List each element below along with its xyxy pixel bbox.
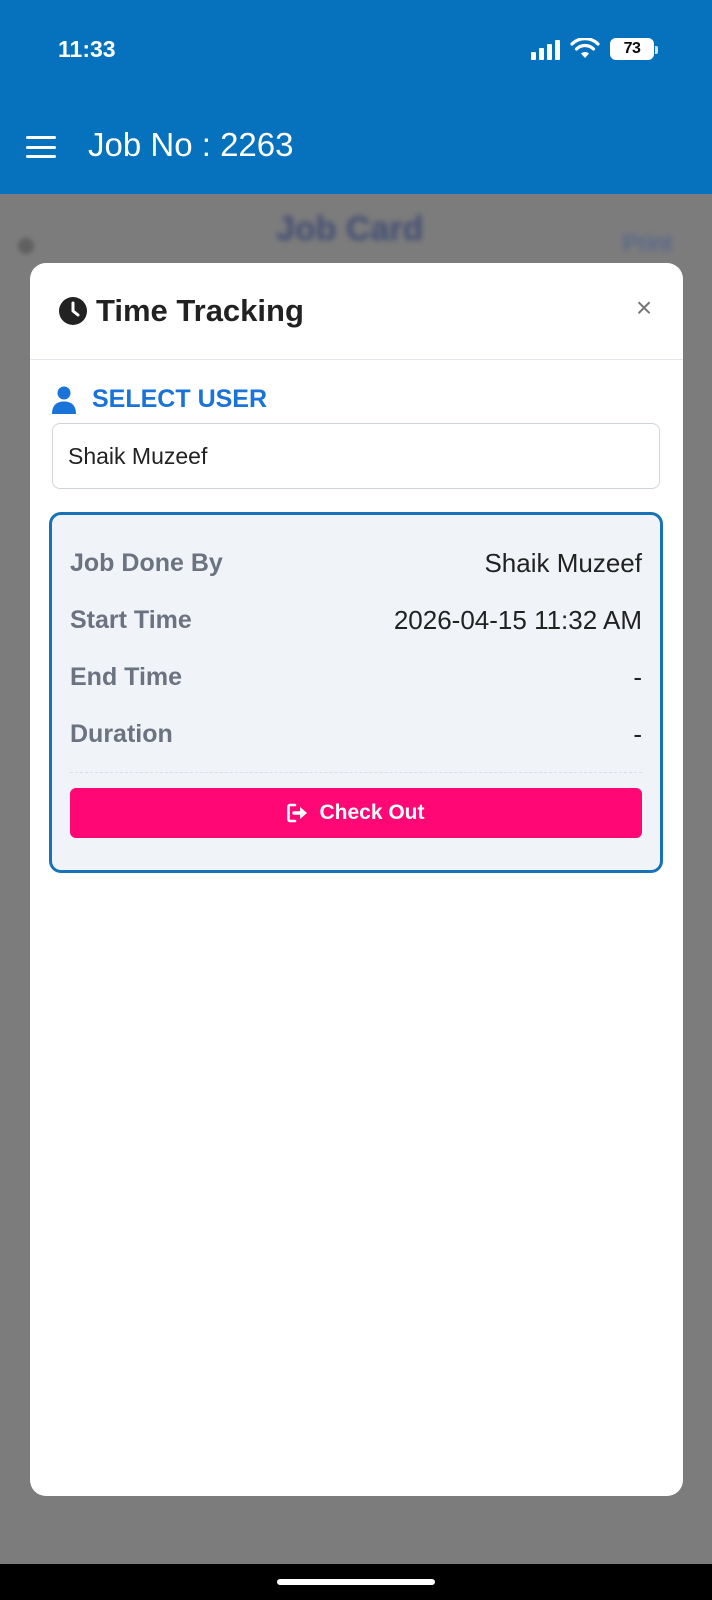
info-label: Job Done By (70, 548, 223, 577)
wifi-icon (570, 38, 600, 58)
info-row-end-time: End Time - (70, 657, 642, 697)
info-label: Start Time (70, 605, 192, 634)
info-label: Duration (70, 719, 173, 748)
system-nav-bar (0, 1564, 712, 1600)
select-user-header: SELECT USER (52, 385, 267, 414)
info-value: - (633, 661, 642, 692)
user-icon (52, 386, 76, 414)
user-select[interactable]: Shaik Muzeef (52, 423, 660, 489)
menu-icon[interactable] (26, 136, 56, 158)
background-print-link: Print (622, 230, 672, 257)
app-header: 11:33 73 Job No : 2263 (0, 0, 712, 194)
info-row-job-done-by: Job Done By Shaik Muzeef (70, 543, 642, 583)
check-out-button[interactable]: Check Out (70, 788, 642, 838)
info-value: Shaik Muzeef (484, 547, 642, 578)
modal-header: Time Tracking × (30, 263, 683, 360)
logout-icon (287, 803, 308, 823)
time-tracking-modal: Time Tracking × SELECT USER Shaik Muzeef… (30, 263, 683, 1496)
battery-icon: 73 (610, 38, 658, 60)
signal-icon (531, 38, 560, 60)
info-label: End Time (70, 662, 183, 691)
info-row-start-time: Start Time 2026-04-15 11:32 AM (70, 600, 642, 640)
select-user-label: SELECT USER (92, 385, 268, 413)
home-indicator[interactable] (277, 1579, 435, 1585)
battery-level: 73 (623, 40, 641, 57)
close-button[interactable]: × (629, 293, 659, 323)
card-divider (70, 772, 642, 773)
tracking-card: Job Done By Shaik Muzeef Start Time 2026… (49, 512, 663, 873)
clock-icon (59, 297, 87, 325)
page-title: Job No : 2263 (88, 126, 294, 163)
background-title: Job Card (276, 210, 424, 248)
modal-title: Time Tracking (96, 293, 304, 328)
background-icon (18, 238, 34, 254)
info-row-duration: Duration - (70, 714, 642, 754)
check-out-label: Check Out (319, 801, 425, 824)
status-icons: 73 (531, 38, 658, 60)
status-time: 11:33 (58, 36, 116, 62)
info-value: 2026-04-15 11:32 AM (393, 604, 642, 635)
info-value: - (633, 718, 642, 749)
